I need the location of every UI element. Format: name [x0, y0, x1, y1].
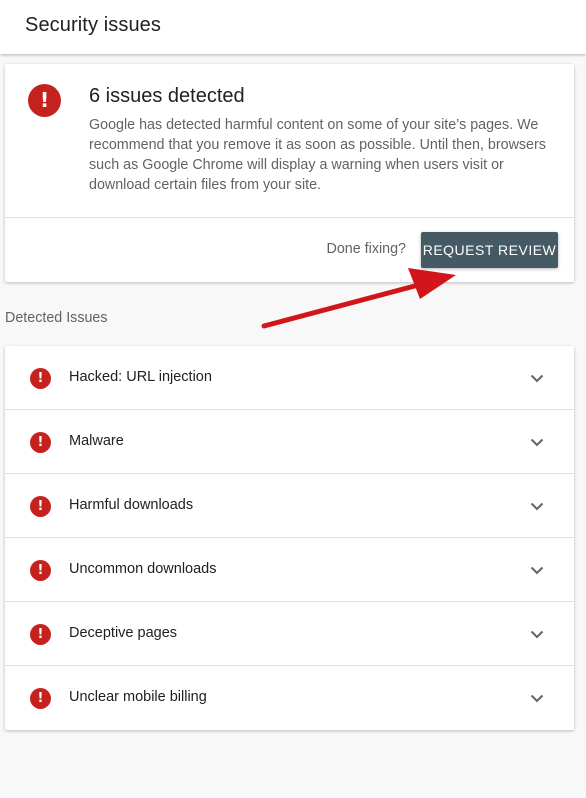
- issue-label: Hacked: URL injection: [69, 369, 212, 385]
- chevron-down-icon[interactable]: [528, 689, 546, 707]
- issue-label: Malware: [69, 433, 124, 449]
- issue-label: Unclear mobile billing: [69, 689, 207, 705]
- issue-row-malware[interactable]: ! Malware: [5, 410, 574, 474]
- alert-title: 6 issues detected: [89, 85, 245, 107]
- alert-description: Google has detected harmful content on s…: [89, 117, 546, 193]
- chevron-down-icon[interactable]: [528, 625, 546, 643]
- request-review-button[interactable]: REQUEST REVIEW: [421, 232, 558, 268]
- issue-row-hacked-url-injection[interactable]: ! Hacked: URL injection: [5, 346, 574, 410]
- detected-issues-heading: Detected Issues: [5, 310, 108, 326]
- issue-label: Harmful downloads: [69, 497, 194, 513]
- issues-list: ! Hacked: URL injection ! Malware ! Harm…: [5, 346, 574, 730]
- error-icon: !: [30, 432, 51, 453]
- arrow-shaft: [261, 280, 429, 329]
- issue-row-deceptive-pages[interactable]: ! Deceptive pages: [5, 602, 574, 666]
- done-fixing-label: Done fixing?: [326, 241, 406, 257]
- error-icon: !: [30, 624, 51, 645]
- chevron-down-icon[interactable]: [528, 433, 546, 451]
- issue-row-unclear-mobile-billing[interactable]: ! Unclear mobile billing: [5, 666, 574, 730]
- error-icon: !: [28, 84, 61, 117]
- error-icon: !: [30, 688, 51, 709]
- issue-label: Uncommon downloads: [69, 561, 217, 577]
- error-icon: !: [30, 368, 51, 389]
- issue-label: Deceptive pages: [69, 625, 178, 641]
- page-title: Security issues: [25, 14, 161, 36]
- issues-alert-card: ! 6 issues detected Google has detected …: [5, 64, 574, 282]
- error-icon: !: [30, 496, 51, 517]
- card-divider: [5, 217, 574, 218]
- issue-row-harmful-downloads[interactable]: ! Harmful downloads: [5, 474, 574, 538]
- chevron-down-icon[interactable]: [528, 561, 546, 579]
- chevron-down-icon[interactable]: [528, 497, 546, 515]
- page-header: Security issues: [0, 0, 586, 54]
- chevron-down-icon[interactable]: [528, 369, 546, 387]
- issue-row-uncommon-downloads[interactable]: ! Uncommon downloads: [5, 538, 574, 602]
- error-icon: !: [30, 560, 51, 581]
